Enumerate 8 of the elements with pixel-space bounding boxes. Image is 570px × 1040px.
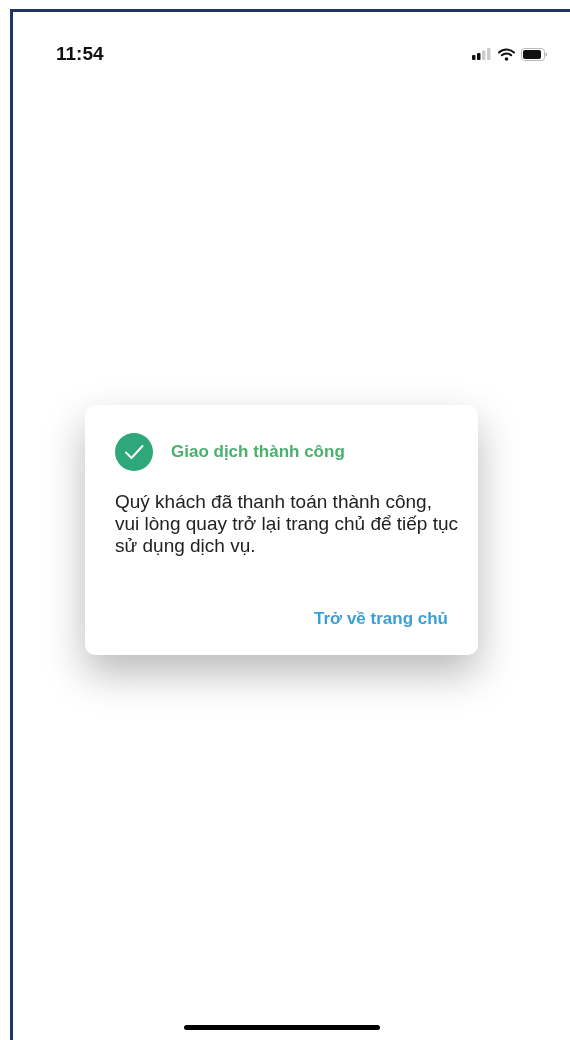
home-link[interactable]: Trở về trang chủ — [314, 605, 448, 631]
battery-icon — [521, 47, 548, 61]
check-icon — [115, 433, 153, 471]
dialog-message: Quý khách đã thanh toán thành công, vui lòng quay trở lại trang chủ để tiếp tục sử dụng dịch vụ. — [115, 491, 460, 557]
signal-icon — [472, 48, 492, 60]
wifi-icon — [498, 47, 515, 61]
dialog-title: Giao dịch thành công — [171, 441, 345, 464]
status-time: 11:54 — [56, 41, 104, 66]
